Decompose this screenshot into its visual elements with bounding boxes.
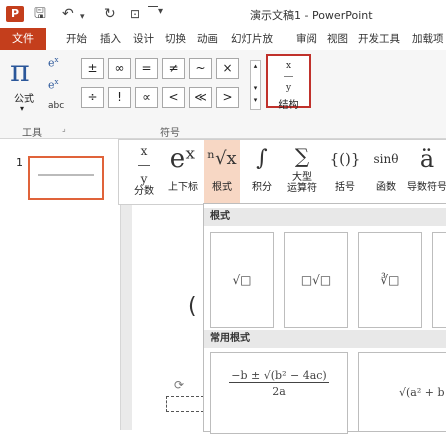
thumbnail-equation-preview — [38, 174, 94, 176]
structure-large-operator[interactable]: ∑ 大型 运算符 — [282, 140, 322, 204]
customize-toolbar-icon[interactable]: ⎺▾ — [148, 4, 163, 20]
symbol-much-less-than[interactable]: ≪ — [189, 87, 212, 108]
tab-animations[interactable]: 动画 — [197, 28, 218, 50]
large-operator-label: 大型 运算符 — [287, 172, 317, 194]
radical-label: 根式 — [212, 182, 232, 193]
tab-slideshow[interactable]: 幻灯片放 — [231, 28, 273, 50]
undo-dropdown-icon[interactable]: ▾ — [80, 9, 85, 25]
structure-label: 结构 — [278, 100, 299, 111]
radical-with-degree[interactable]: □√□ — [284, 232, 348, 328]
professional-format-icon[interactable]: ex — [48, 56, 58, 70]
symbol-tilde[interactable]: ~ — [189, 58, 212, 79]
scroll-down-icon[interactable]: ▾ — [251, 83, 260, 93]
symbol-proportional[interactable]: ∝ — [135, 87, 158, 108]
fraction-structure-icon: x ― y — [138, 144, 150, 186]
tab-developer[interactable]: 开发工具 — [358, 28, 400, 50]
symbol-plus-minus[interactable]: ± — [81, 58, 104, 79]
symbols-gallery: ± ∞ = ≠ ~ × ÷ ! ∝ < ≪ > — [81, 58, 253, 110]
large-operator-icon: ∑ — [294, 144, 310, 168]
save-icon[interactable]: 🖫 — [34, 6, 46, 22]
fraction-label: 分数 — [134, 186, 154, 197]
radical-fourth-root[interactable] — [432, 232, 446, 328]
undo-icon[interactable]: ↶ — [62, 6, 74, 22]
tab-home[interactable]: 开始 — [66, 28, 87, 50]
symbol-factorial[interactable]: ! — [108, 87, 131, 108]
formula-denominator: 2a — [272, 385, 286, 398]
slide-thumbnail[interactable] — [28, 156, 104, 200]
symbol-divide[interactable]: ÷ — [81, 87, 104, 108]
equation-label[interactable]: 公式 — [14, 90, 34, 105]
powerpoint-logo: P — [6, 6, 24, 22]
window-title: 演示文稿1 - PowerPoint — [250, 9, 373, 22]
equation-dropdown-icon[interactable]: ▾ — [20, 104, 24, 113]
bracket-label: 括号 — [335, 182, 355, 193]
section-radicals: 根式 — [204, 208, 446, 226]
structure-fraction[interactable]: x ― y 分数 — [125, 140, 163, 204]
redo-icon[interactable]: ↻ — [104, 6, 116, 22]
slide-number: 1 — [16, 156, 23, 169]
structure-script[interactable]: eˣ 上下标 — [163, 140, 203, 204]
structure-bracket[interactable]: {()} 括号 — [325, 140, 365, 204]
gallery-more-icon[interactable]: ▾ — [251, 95, 260, 105]
pi-equation-icon[interactable]: π — [10, 54, 30, 89]
symbol-greater-than[interactable]: > — [216, 87, 239, 108]
scroll-up-icon[interactable]: ▴ — [251, 61, 260, 71]
symbol-less-than[interactable]: < — [162, 87, 185, 108]
pythagorean-formula[interactable]: √(a² + b — [358, 352, 446, 432]
symbol-not-equal[interactable]: ≠ — [162, 58, 185, 79]
radical-square-root[interactable]: √□ — [210, 232, 274, 328]
accent-label: 导数符号 — [407, 182, 446, 193]
symbols-group-label: 符号 — [160, 128, 180, 139]
fraction-icon: x ― y — [284, 61, 293, 93]
quadratic-formula[interactable]: −b ± √(b² − 4ac) 2a — [210, 352, 348, 434]
structure-function[interactable]: sinθ 函数 — [367, 140, 405, 204]
equation-textbox[interactable] — [166, 396, 204, 412]
symbol-times[interactable]: × — [216, 58, 239, 79]
integral-icon: ∫ — [256, 146, 268, 171]
symbols-scrollbar[interactable]: ▴ ▾ ▾ — [250, 60, 261, 110]
tab-transitions[interactable]: 切换 — [165, 28, 186, 50]
radical-cube-root[interactable]: ∛□ — [358, 232, 422, 328]
script-label: 上下标 — [168, 182, 198, 193]
equation-structures-row: x ― y 分数 eˣ 上下标 ⁿ√x 根式 ∫ 积分 ∑ 大型 运算符 {()} … — [118, 139, 446, 205]
tab-addins[interactable]: 加载项 — [412, 28, 444, 50]
function-label: 函数 — [376, 182, 396, 193]
start-from-beginning-icon[interactable]: ⊡ — [130, 6, 140, 22]
integral-label: 积分 — [252, 182, 272, 193]
formula-numerator: −b ± √(b² − 4ac) — [229, 369, 329, 383]
bracket-icon: {()} — [329, 150, 361, 168]
accent-icon: ä — [419, 145, 435, 173]
tab-file[interactable]: 文件 — [0, 28, 46, 50]
equation-placeholder-fragment: ( — [188, 294, 197, 319]
symbol-equals[interactable]: = — [135, 58, 158, 79]
section-common-radicals: 常用根式 — [204, 330, 446, 348]
rotate-handle-icon[interactable]: ⟳ — [174, 378, 184, 392]
radical-icon: ⁿ√x — [207, 148, 237, 169]
function-icon: sinθ — [373, 152, 399, 166]
radical-gallery: 根式 √□ □√□ ∛□ 常用根式 −b ± √(b² − 4ac) 2a √(… — [203, 203, 446, 434]
tools-group-label: 工具 — [22, 128, 42, 139]
tab-design[interactable]: 设计 — [133, 28, 154, 50]
tab-review[interactable]: 审阅 — [296, 28, 317, 50]
tab-insert[interactable]: 插入 — [100, 28, 121, 50]
linear-format-icon[interactable]: ex — [48, 78, 58, 92]
tab-view[interactable]: 视图 — [327, 28, 348, 50]
structure-button[interactable]: x ― y 结构 — [266, 54, 311, 111]
dialog-launcher-icon[interactable]: ⌟ — [62, 124, 66, 133]
structure-accent[interactable]: ä 导数符号 — [407, 140, 446, 204]
structure-integral[interactable]: ∫ 积分 — [244, 140, 280, 204]
normal-text-icon[interactable]: abc — [48, 101, 64, 111]
script-icon: eˣ — [169, 144, 197, 174]
symbol-infinity[interactable]: ∞ — [108, 58, 131, 79]
structure-radical[interactable]: ⁿ√x 根式 — [204, 140, 240, 204]
